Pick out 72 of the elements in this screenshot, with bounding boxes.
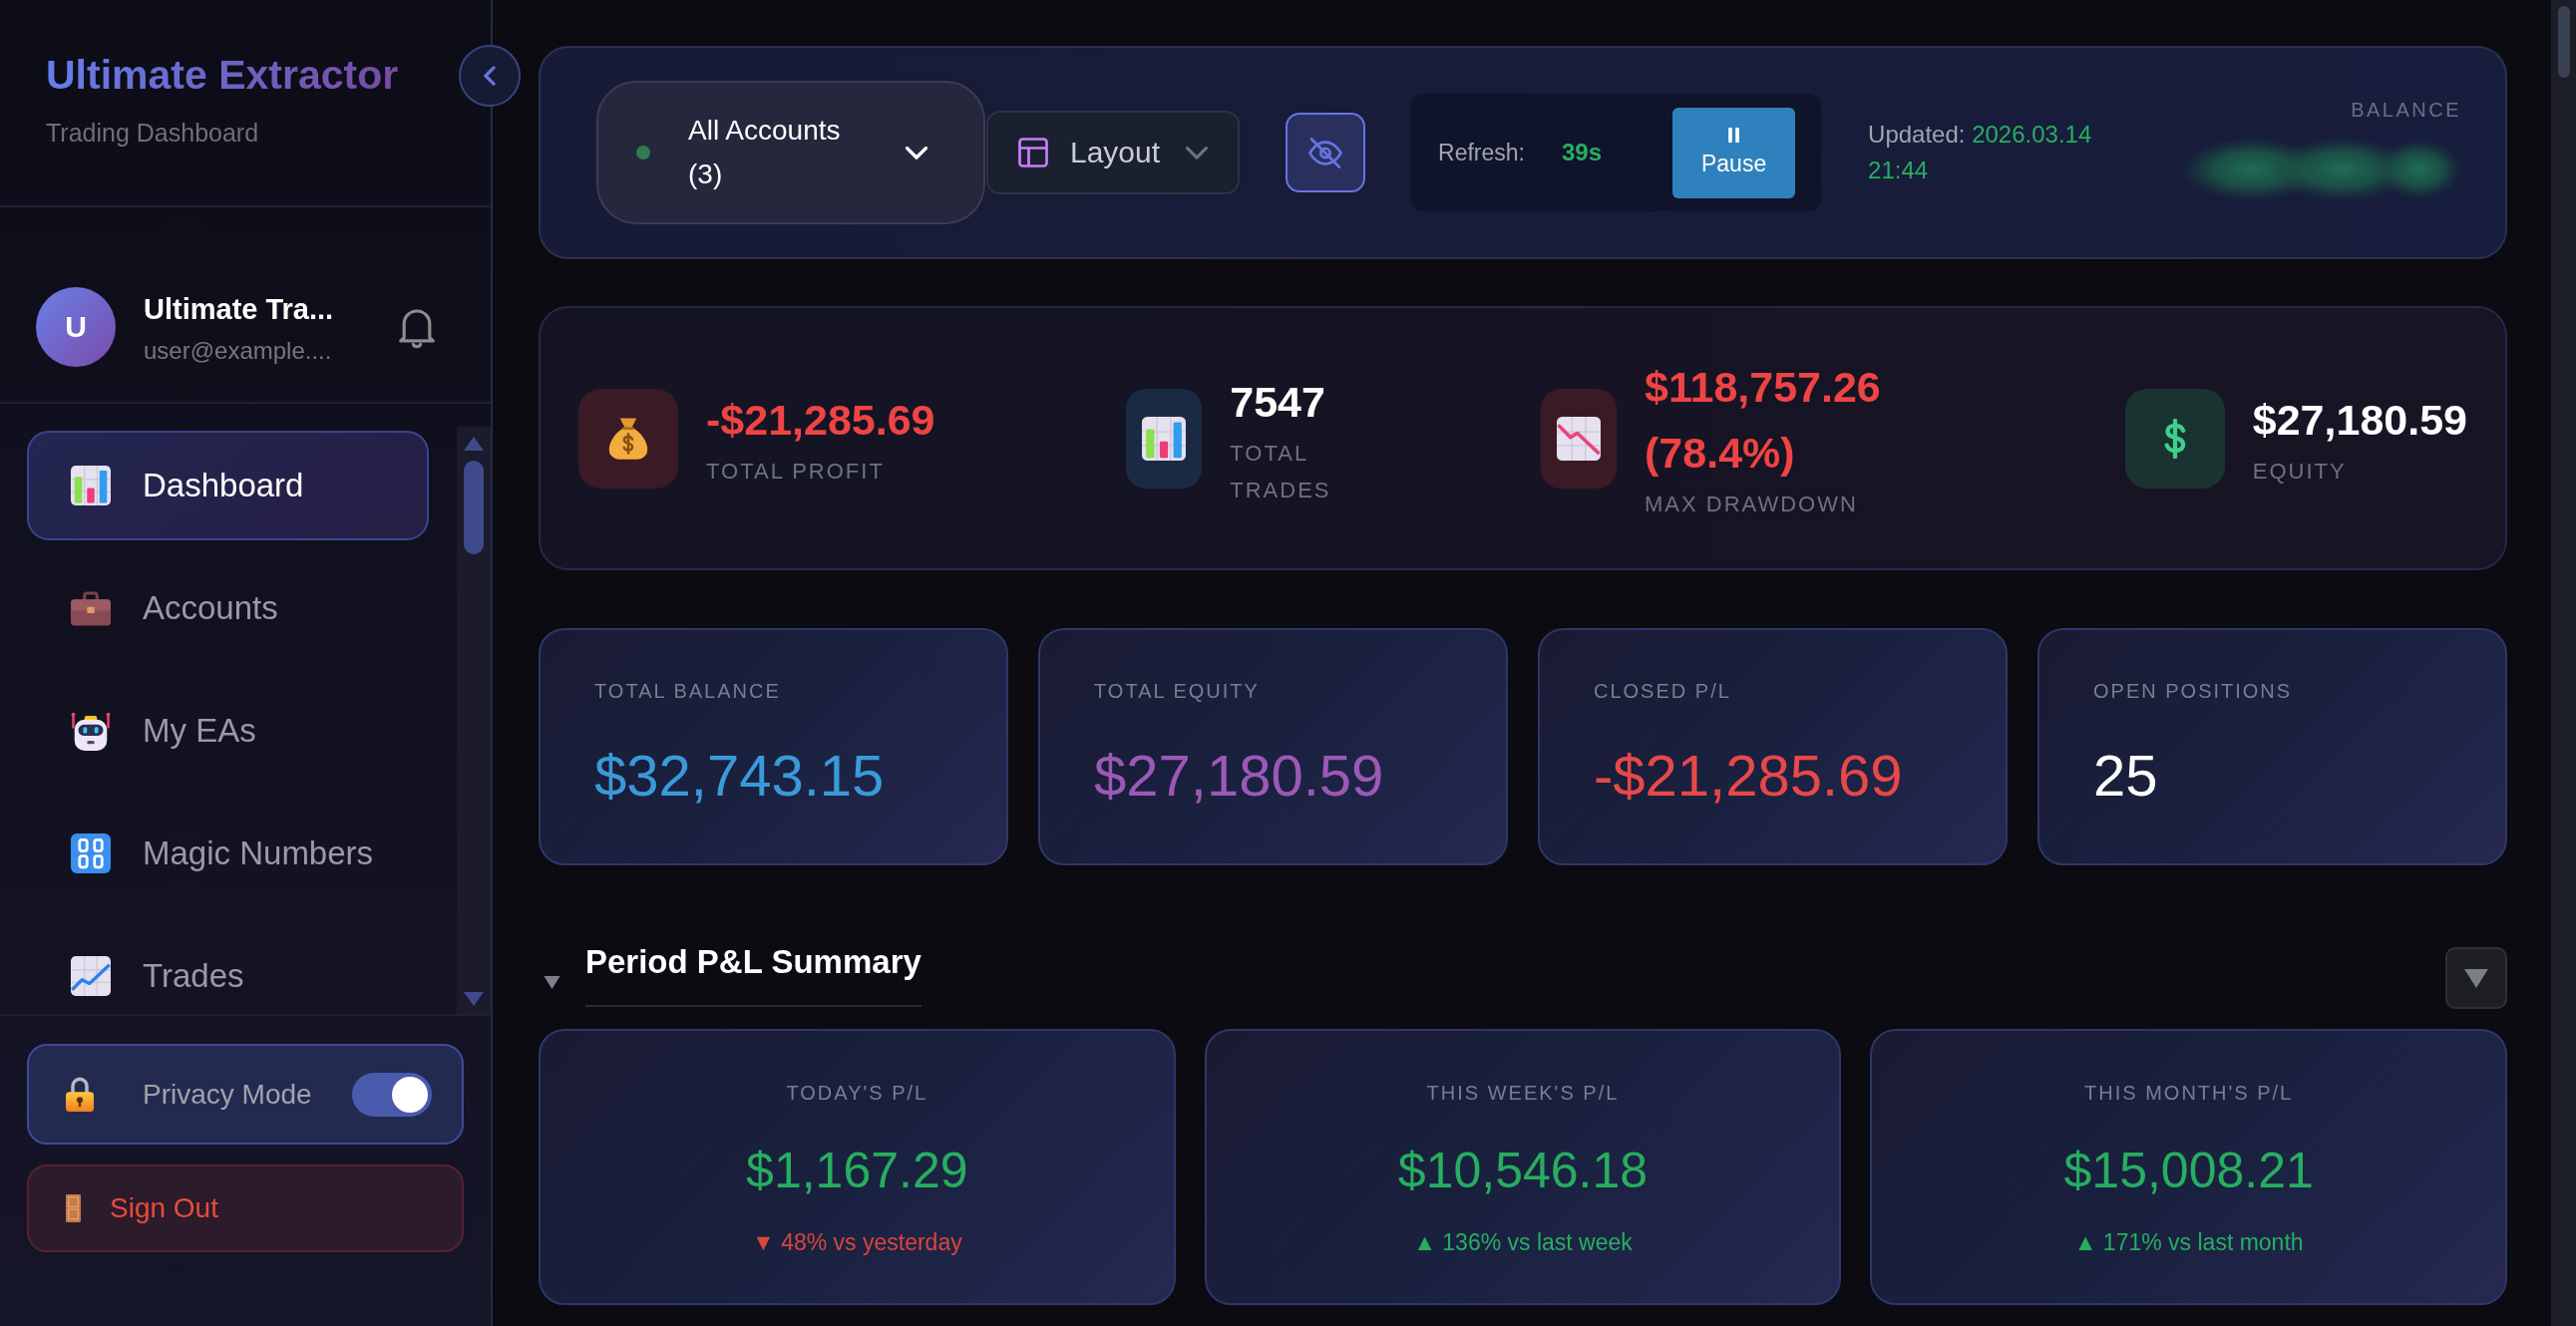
scroll-thumb[interactable]: [464, 461, 484, 554]
scroll-down-arrow-icon[interactable]: [464, 992, 484, 1006]
eye-off-icon: [1308, 137, 1343, 168]
user-avatar: U: [36, 287, 116, 367]
falling-chart-icon: [1541, 388, 1618, 489]
card-label: TOTAL EQUITY: [1094, 679, 1260, 704]
hide-values-button[interactable]: [1286, 113, 1366, 192]
money-bag-icon: [578, 388, 678, 489]
refresh-countdown: 39s: [1562, 139, 1603, 166]
caret-down-icon: [2464, 968, 2488, 988]
period-change: ▼ 48% vs yesterday: [752, 1228, 962, 1257]
nav-item[interactable]: My EAs: [27, 676, 429, 786]
last-updated-text: Updated: 2026.03.14 21:44: [1868, 120, 2093, 185]
sign-out-button[interactable]: Sign Out: [27, 1164, 464, 1252]
layout-dropdown[interactable]: Layout: [986, 111, 1241, 194]
page-scrollbar[interactable]: [2551, 0, 2576, 1326]
period-change: ▲ 171% vs last month: [2073, 1228, 2304, 1257]
section-title: Period P&L Summary: [585, 939, 921, 1007]
briefcase-icon: [71, 588, 111, 628]
user-email: user@example....: [144, 336, 333, 366]
dollar-icon: [2124, 388, 2225, 489]
stat-value: -$21,285.69: [706, 395, 935, 446]
nav-item[interactable]: Trades: [27, 921, 429, 1014]
period-change: ▲ 136% vs last week: [1413, 1228, 1633, 1257]
card-label: TOTAL BALANCE: [594, 679, 781, 704]
chevron-down-icon: [906, 146, 927, 160]
card-value: $32,743.15: [594, 742, 885, 810]
collapse-section-button[interactable]: [2445, 947, 2507, 1009]
status-dot-icon: [636, 146, 650, 160]
pause-button[interactable]: Pause: [1672, 107, 1796, 198]
caret-down-icon[interactable]: [544, 975, 560, 989]
bar-chart-icon: [1126, 388, 1203, 489]
door-icon: [66, 1194, 81, 1222]
card-value: $27,180.59: [1094, 742, 1384, 810]
stat-label: TOTAL TRADES: [1230, 439, 1332, 504]
stat-value: 7547: [1230, 376, 1326, 428]
account-selector[interactable]: All Accounts (3): [596, 81, 985, 224]
scroll-up-arrow-icon[interactable]: [464, 437, 484, 451]
period-value: $1,167.29: [746, 1142, 968, 1200]
padlock-icon: [66, 1077, 94, 1112]
chevron-down-icon: [1186, 146, 1209, 160]
card-label: CLOSED P/L: [1594, 679, 1731, 704]
privacy-mode-label: Privacy Mode: [143, 1078, 312, 1111]
period-label: THIS WEEK'S P/L: [1426, 1081, 1620, 1106]
nav-item[interactable]: Dashboard: [27, 431, 429, 540]
refresh-label: Refresh:: [1438, 139, 1525, 166]
nav-item[interactable]: Magic Numbers: [27, 799, 429, 908]
privacy-toggle[interactable]: [352, 1072, 432, 1117]
layout-icon: [1018, 138, 1048, 167]
keypad-icon: [71, 833, 111, 873]
period-label: THIS MONTH'S P/L: [2084, 1081, 2294, 1106]
stat-label: MAX DRAWDOWN: [1645, 491, 1859, 518]
stat-value: $118,757.26 (78.4%): [1645, 362, 1882, 479]
period-label: TODAY'S P/L: [786, 1081, 928, 1106]
period-value: $15,008.21: [2063, 1142, 2314, 1200]
stat-label: EQUITY: [2252, 458, 2348, 486]
bar-chart-icon: [71, 466, 111, 505]
card-value: 25: [2093, 742, 2158, 810]
stat-label: TOTAL PROFIT: [706, 458, 886, 486]
card-label: OPEN POSITIONS: [2093, 679, 2293, 704]
chevron-left-icon: [484, 66, 496, 86]
period-value: $10,546.18: [1397, 1142, 1649, 1200]
robot-icon: [71, 711, 111, 751]
user-name: Ultimate Tra...: [144, 292, 335, 327]
stat-value: $27,180.59: [2252, 395, 2467, 446]
app-subtitle: Trading Dashboard: [46, 118, 259, 149]
balance-label: BALANCE: [2351, 98, 2461, 123]
scrollbar[interactable]: [457, 427, 491, 1014]
pause-icon: [1728, 128, 1740, 143]
nav-item[interactable]: Accounts: [27, 553, 429, 663]
line-chart-icon: [71, 956, 111, 996]
card-value: -$21,285.69: [1594, 742, 1903, 810]
